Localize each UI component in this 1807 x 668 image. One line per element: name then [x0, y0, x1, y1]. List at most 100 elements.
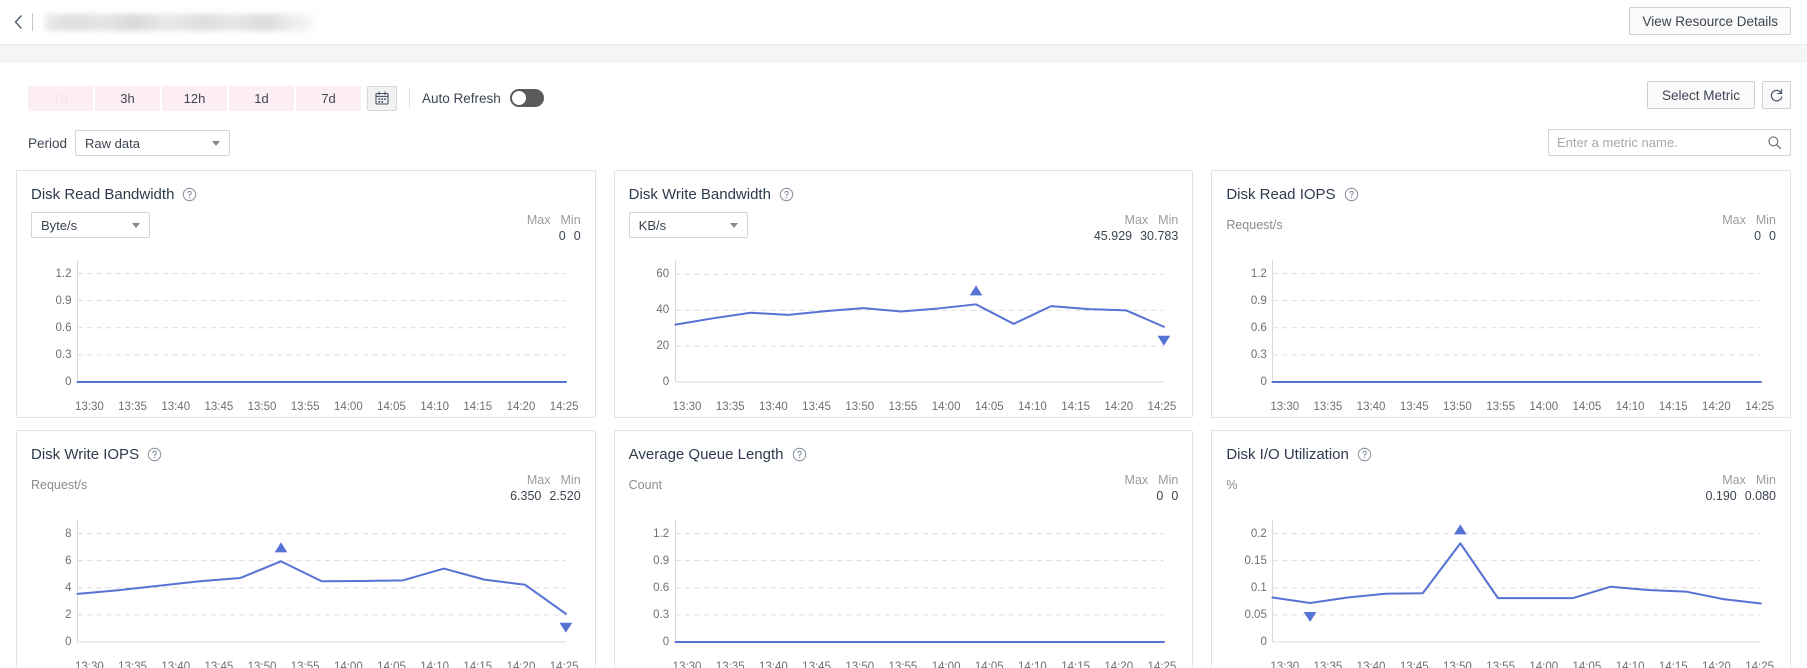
- y-axis-tick: 0.9: [1250, 294, 1267, 307]
- x-axis-tick: 13:50: [845, 401, 875, 413]
- help-circle-icon[interactable]: [779, 187, 794, 202]
- x-axis-tick: 13:55: [290, 661, 320, 668]
- x-axis-tick: 14:20: [1702, 661, 1731, 668]
- card-header: Disk Write IOPS: [31, 441, 581, 467]
- card-header: Disk I/O Utilization: [1226, 441, 1776, 467]
- time-range-1d[interactable]: 1d: [229, 85, 296, 111]
- x-axis-tick: 14:15: [1061, 661, 1090, 668]
- y-axis-tick: 0: [1260, 636, 1267, 648]
- y-axis-tick: 0.3: [1250, 348, 1267, 361]
- time-range-12h[interactable]: 12h: [162, 85, 229, 111]
- x-axis-tick: 14:25: [1147, 661, 1177, 668]
- min-label: Min: [1755, 213, 1776, 227]
- card-header: Average Queue Length: [629, 441, 1179, 467]
- max-min-summary: Max Min 0 0: [527, 212, 581, 244]
- time-range-7d[interactable]: 7d: [296, 85, 363, 111]
- min-value: 0: [1769, 229, 1776, 243]
- chevron-down-icon: [212, 140, 221, 146]
- card-subheader: Byte/s Max Min 0 0: [31, 212, 581, 246]
- x-axis-tick: 13:55: [1486, 661, 1515, 668]
- search-input[interactable]: [1557, 135, 1766, 150]
- period-select[interactable]: Raw data: [75, 130, 231, 156]
- y-axis-tick: 0.9: [653, 554, 670, 567]
- x-axis-tick: 14:10: [1018, 661, 1047, 668]
- time-range-1h[interactable]: 1h: [28, 85, 95, 111]
- x-axis-tick: 13:35: [118, 661, 147, 668]
- x-axis-tick: 14:05: [377, 401, 406, 413]
- search-icon[interactable]: [1766, 135, 1782, 151]
- metric-card-disk-i-o-utilization: Disk I/O Utilization% Max Min 0.190 0.080 0.2…: [1211, 430, 1791, 668]
- chart-plot-disk-read-bandwidth[interactable]: 1.2 0.9 0.6 0.3 0: [31, 248, 581, 400]
- metric-card-average-queue-length: Average Queue Length Count Max Min 0 0 1.2 0.9 0…: [613, 430, 1194, 668]
- x-axis-tick: 13:50: [845, 661, 875, 668]
- x-axis-tick: 14:00: [1529, 661, 1559, 668]
- x-axis-tick: 14:15: [1658, 661, 1688, 668]
- x-axis-tick: 14:00: [931, 401, 961, 413]
- help-circle-icon[interactable]: [147, 447, 162, 462]
- x-axis-tick: 13:45: [1399, 661, 1429, 668]
- unit-label-disk-read-iops: Request/s: [1226, 218, 1283, 232]
- y-axis-tick: 1.2: [653, 527, 670, 540]
- y-axis-tick: 40: [656, 304, 670, 317]
- y-axis-tick: 0.9: [55, 294, 72, 307]
- view-resource-details-button[interactable]: View Resource Details: [1629, 7, 1791, 35]
- y-axis-tick: 0: [662, 636, 670, 648]
- x-axis-tick: 14:25: [549, 401, 579, 413]
- min-value: 2.520: [549, 489, 581, 503]
- chart-plot-disk-i-o-utilization[interactable]: 0.2 0.15 0.1 0.05 0: [1226, 508, 1776, 660]
- x-axis-tick: 13:30: [1270, 401, 1300, 413]
- y-axis-tick: 0.3: [55, 348, 72, 361]
- unit-select-disk-read-bandwidth[interactable]: Byte/s: [31, 212, 150, 238]
- time-range-3h[interactable]: 3h: [95, 85, 162, 111]
- x-axis-tick: 14:20: [1702, 401, 1731, 413]
- card-header: Disk Read Bandwidth: [31, 181, 581, 207]
- x-axis-tick: 13:40: [1356, 401, 1386, 413]
- calendar-icon[interactable]: [367, 85, 397, 111]
- card-title: Disk Read IOPS: [1226, 185, 1336, 203]
- y-axis-tick: 4: [65, 581, 72, 594]
- x-axis-tick: 14:10: [420, 401, 450, 413]
- card-subheader: Count Max Min 0 0: [629, 472, 1179, 506]
- x-axis-ticks: 13:30 13:35 13:40 13:45 13:50 13:55 14:00 14:05…: [1226, 400, 1776, 413]
- chart-plot-disk-write-bandwidth[interactable]: 60 40 20 0: [629, 248, 1179, 400]
- y-axis-tick: 0.15: [1244, 554, 1267, 567]
- help-circle-icon[interactable]: [1344, 187, 1359, 202]
- chevron-left-icon[interactable]: [8, 12, 28, 32]
- header-divider: [32, 13, 33, 31]
- chart-plot-disk-read-iops[interactable]: 1.2 0.9 0.6 0.3 0: [1226, 248, 1776, 400]
- x-axis-tick: 13:40: [759, 661, 788, 668]
- x-axis-tick: 13:30: [672, 401, 702, 413]
- x-axis-tick: 14:25: [549, 661, 579, 668]
- metric-search-box[interactable]: [1548, 129, 1791, 156]
- help-circle-icon[interactable]: [1357, 447, 1372, 462]
- min-value: 30.783: [1140, 229, 1179, 243]
- card-header: Disk Write Bandwidth: [629, 181, 1179, 207]
- y-axis-tick: 1.2: [55, 267, 72, 280]
- max-label: Max: [526, 213, 551, 227]
- max-label: Max: [1124, 213, 1149, 227]
- auto-refresh-toggle[interactable]: [509, 89, 544, 107]
- x-axis-tick: 13:55: [290, 401, 320, 413]
- card-title: Average Queue Length: [628, 445, 784, 463]
- y-axis-tick: 6: [65, 554, 72, 567]
- metric-card-disk-write-bandwidth: Disk Write Bandwidth KB/s Max Min 45.929 30.7…: [613, 170, 1194, 418]
- help-circle-icon[interactable]: [792, 447, 807, 462]
- refresh-icon[interactable]: [1762, 81, 1791, 109]
- unit-select-disk-write-bandwidth[interactable]: KB/s: [628, 212, 748, 238]
- max-value: 0: [558, 229, 566, 243]
- chart-plot-disk-write-iops[interactable]: 8 6 4 2 0: [31, 508, 581, 660]
- unit-label-average-queue-length: Count: [628, 478, 663, 492]
- y-axis-tick: 0: [65, 636, 72, 648]
- metric-card-disk-read-bandwidth: Disk Read Bandwidth Byte/s Max Min 0 0 1.2 0.9 0…: [16, 170, 596, 418]
- x-axis-tick: 13:35: [715, 401, 745, 413]
- help-circle-icon[interactable]: [182, 187, 197, 202]
- x-axis-tick: 14:00: [931, 661, 961, 668]
- x-axis-tick: 14:10: [420, 661, 450, 668]
- max-value: 0.190: [1705, 489, 1737, 503]
- y-axis-tick: 0: [65, 376, 72, 388]
- select-metric-button[interactable]: Select Metric: [1646, 81, 1755, 109]
- unit-label-disk-write-iops: Request/s: [31, 478, 88, 492]
- max-min-summary: Max Min 0 0: [1125, 472, 1179, 504]
- chart-plot-average-queue-length[interactable]: 1.2 0.9 0.6 0.3 0: [629, 508, 1179, 660]
- period-label: Period: [28, 135, 68, 151]
